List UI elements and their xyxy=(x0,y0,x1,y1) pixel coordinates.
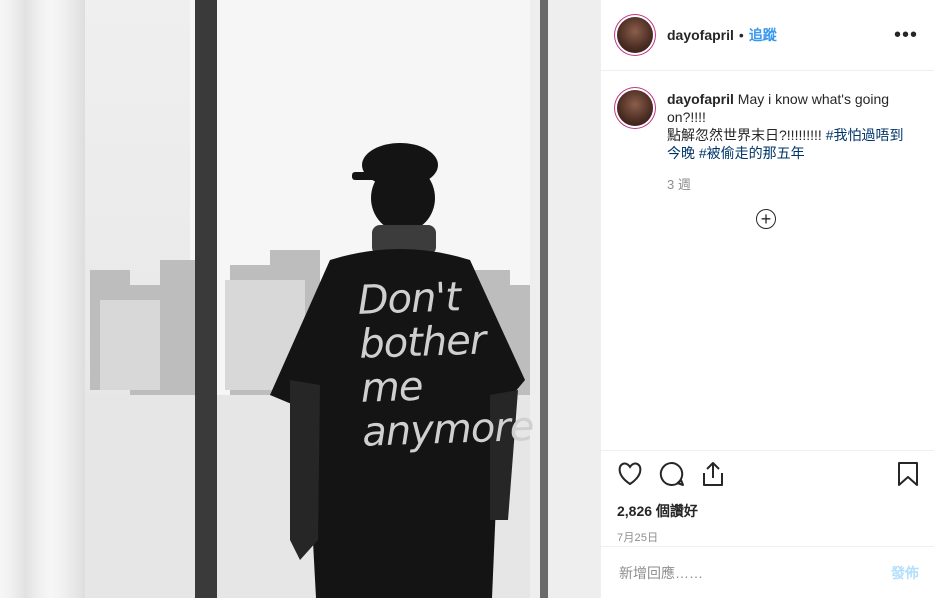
caption-timestamp[interactable]: 3 週 xyxy=(667,176,917,194)
load-more-comments-button[interactable]: + xyxy=(756,209,776,229)
post-photo[interactable]: Don't bother me anymore xyxy=(0,0,600,598)
action-bar: 2,826 個讚好 7月25日 xyxy=(601,450,934,545)
post-comment-button[interactable]: 發佈 xyxy=(891,563,919,583)
share-icon[interactable] xyxy=(701,461,725,492)
action-icons xyxy=(617,461,919,491)
more-options-icon[interactable]: ••• xyxy=(894,24,918,47)
caption-username[interactable]: dayofapril xyxy=(667,91,734,107)
caption-avatar[interactable] xyxy=(617,90,653,126)
shirt-graffiti-text: Don't bother me anymore xyxy=(356,273,535,456)
caption-comment: dayofapril May i know what's going on?!!… xyxy=(601,71,934,194)
post-date[interactable]: 7月25日 xyxy=(617,529,919,545)
likes-count[interactable]: 2,826 個讚好 xyxy=(617,501,919,521)
caption-body: dayofapril May i know what's going on?!!… xyxy=(667,90,917,194)
add-comment-bar: 發佈 xyxy=(601,546,934,598)
add-comment-input[interactable] xyxy=(617,563,891,582)
header-separator: • xyxy=(738,27,744,43)
hashtag-link-2[interactable]: #被偷走的那五年 xyxy=(699,145,805,161)
shirt-text-line-1: Don't xyxy=(356,274,461,324)
author-username[interactable]: dayofapril xyxy=(667,27,734,43)
shirt-text-line-2: bother xyxy=(358,317,486,368)
shirt-text-line-4: anymore xyxy=(361,403,535,456)
post-dialog: Don't bother me anymore dayofapril • 追蹤 … xyxy=(0,0,934,598)
heart-icon[interactable] xyxy=(617,462,643,491)
follow-button[interactable]: 追蹤 xyxy=(749,25,777,45)
post-header: dayofapril • 追蹤 ••• xyxy=(601,0,934,71)
shirt-text-line-3: me xyxy=(360,363,424,412)
bookmark-icon[interactable] xyxy=(897,461,919,492)
comment-icon[interactable] xyxy=(659,461,685,492)
caption-text-line2: 點解忽然世界末日?!!!!!!!!! xyxy=(667,127,822,143)
author-avatar[interactable] xyxy=(617,17,653,53)
post-sidebar: dayofapril • 追蹤 ••• dayofapril May i kno… xyxy=(600,0,934,598)
